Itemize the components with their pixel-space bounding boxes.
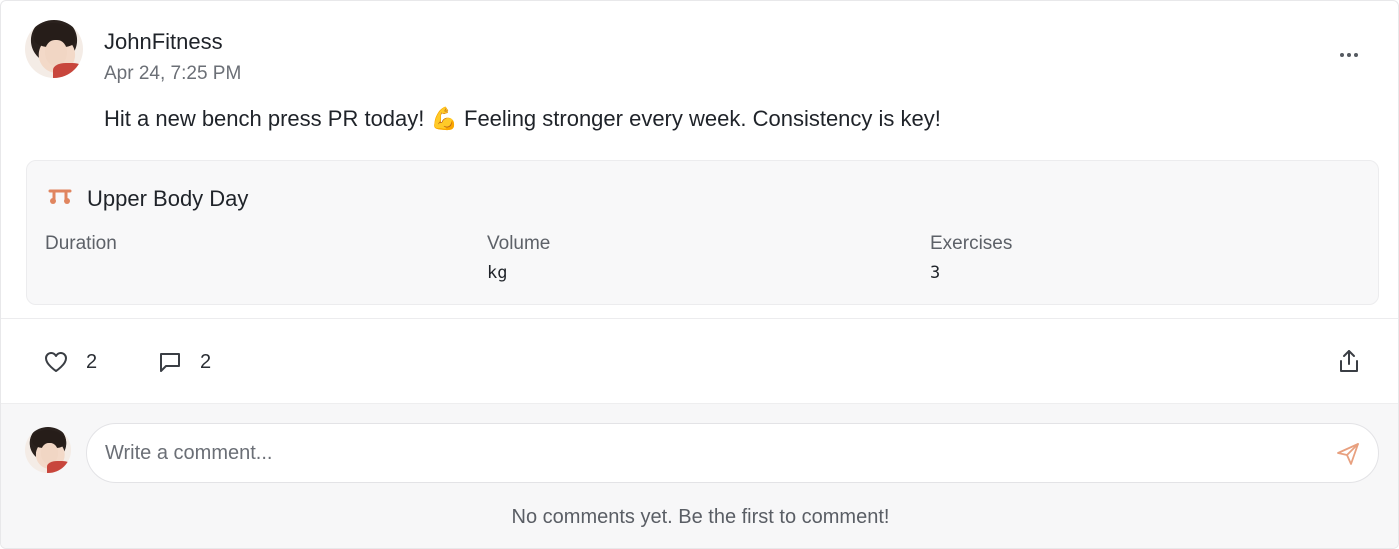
comment-icon bbox=[160, 353, 180, 372]
stat-value: 3 bbox=[930, 263, 941, 283]
post-timestamp: Apr 24, 7:25 PM bbox=[104, 63, 242, 84]
stat-duration: Duration bbox=[45, 233, 117, 283]
comment-count: 2 bbox=[200, 350, 212, 373]
comment-input[interactable] bbox=[86, 423, 1379, 483]
author-avatar[interactable] bbox=[25, 20, 83, 78]
post-card: JohnFitness Apr 24, 7:25 PM Hit a new be… bbox=[0, 0, 1399, 549]
comment-button[interactable]: 2 bbox=[158, 347, 211, 377]
current-user-avatar bbox=[25, 427, 71, 473]
workout-title: Upper Body Day bbox=[87, 186, 249, 211]
more-options-button[interactable] bbox=[1331, 41, 1367, 69]
like-count: 2 bbox=[86, 350, 98, 373]
stat-value bbox=[45, 263, 117, 283]
heart-icon bbox=[45, 352, 67, 372]
stat-exercises: Exercises 3 bbox=[930, 233, 1012, 283]
workout-summary[interactable]: Upper Body Day Duration Volume kg Exerci… bbox=[26, 160, 1379, 305]
stat-label: Duration bbox=[45, 233, 117, 254]
share-icon[interactable] bbox=[1337, 348, 1361, 374]
more-horizontal-icon bbox=[1340, 53, 1344, 57]
stat-label: Volume bbox=[487, 233, 551, 254]
divider bbox=[1, 318, 1398, 319]
stat-label: Exercises bbox=[930, 233, 1013, 254]
post-text: Hit a new bench press PR today! 💪 Feelin… bbox=[104, 106, 941, 131]
stat-value: kg bbox=[487, 263, 508, 283]
like-button[interactable]: 2 bbox=[44, 347, 97, 377]
dumbbell-icon bbox=[48, 189, 72, 204]
comment-section: No comments yet. Be the first to comment… bbox=[1, 403, 1398, 548]
send-icon[interactable] bbox=[1335, 441, 1361, 467]
author-username[interactable]: JohnFitness bbox=[104, 29, 223, 55]
empty-comments-message: No comments yet. Be the first to comment… bbox=[511, 506, 890, 528]
stat-volume: Volume kg bbox=[487, 233, 550, 283]
